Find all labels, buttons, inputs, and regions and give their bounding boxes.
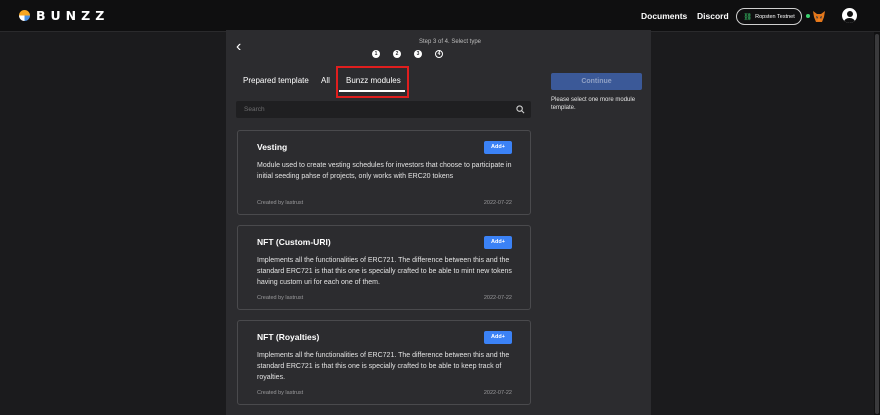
back-chevron-icon[interactable]: ‹ — [236, 38, 250, 56]
module-title: NFT (Custom-URI) — [257, 237, 331, 247]
module-description: Implements all the functionalities of ER… — [257, 352, 510, 381]
step-1: 1 — [372, 50, 380, 58]
module-author: Created by lastrust — [257, 200, 304, 206]
module-date: 2022-07-22 — [483, 295, 512, 301]
network-selector-button[interactable]: ⛓ Ropsten Testnet — [736, 8, 802, 25]
add-module-button[interactable]: Add+ — [484, 236, 512, 249]
module-title: Vesting — [257, 142, 288, 152]
add-module-button[interactable]: Add+ — [484, 141, 512, 154]
step-4: 4 — [435, 50, 443, 58]
step-indicator: 1 2 3 4 — [372, 50, 443, 58]
network-icon: ⛓ — [743, 13, 753, 21]
brand-name: BUNZZ — [36, 8, 110, 23]
nav-discord-link[interactable]: Discord — [697, 11, 729, 21]
account-icon[interactable] — [842, 8, 857, 23]
module-date: 2022-07-22 — [483, 390, 512, 396]
module-card[interactable]: Vesting Add+ Module used to create vesti… — [237, 130, 531, 215]
module-description: Module used to create vesting schedules … — [257, 162, 512, 180]
continue-button[interactable]: Continue — [551, 73, 642, 90]
module-description: Implements all the functionalities of ER… — [257, 257, 512, 286]
module-title: NFT (Royalties) — [257, 332, 320, 342]
network-label: Ropsten Testnet — [755, 13, 795, 20]
scrollbar-thumb[interactable] — [875, 34, 879, 414]
nav-documents-link[interactable]: Documents — [641, 11, 687, 21]
add-module-button[interactable]: Add+ — [484, 331, 512, 344]
tab-all[interactable]: All — [321, 76, 330, 85]
module-card[interactable]: NFT (Custom-URI) Add+ Implements all the… — [237, 225, 531, 310]
module-author: Created by lastrust — [257, 390, 304, 396]
step-3: 3 — [414, 50, 422, 58]
metamask-fox-icon[interactable] — [812, 9, 826, 23]
search-icon[interactable] — [516, 105, 525, 114]
search-bar — [236, 101, 531, 118]
step-2: 2 — [393, 50, 401, 58]
module-card[interactable]: NFT (Royalties) Add+ Implements all the … — [237, 320, 531, 405]
module-date: 2022-07-22 — [483, 200, 512, 206]
step-title: Step 3 of 4. Select type — [418, 39, 482, 45]
tab-highlight-box — [336, 66, 409, 98]
brand-logo[interactable]: BUNZZ — [19, 8, 109, 23]
tab-prepared-template[interactable]: Prepared template — [243, 76, 309, 85]
search-input[interactable] — [244, 105, 504, 114]
selection-hint: Please select one more module template. — [551, 97, 636, 111]
top-bar: BUNZZ Documents Discord ⛓ Ropsten Testne… — [0, 0, 880, 32]
module-author: Created by lastrust — [257, 295, 304, 301]
bunzz-logo-icon — [19, 10, 30, 21]
connection-status-dot — [806, 14, 810, 18]
